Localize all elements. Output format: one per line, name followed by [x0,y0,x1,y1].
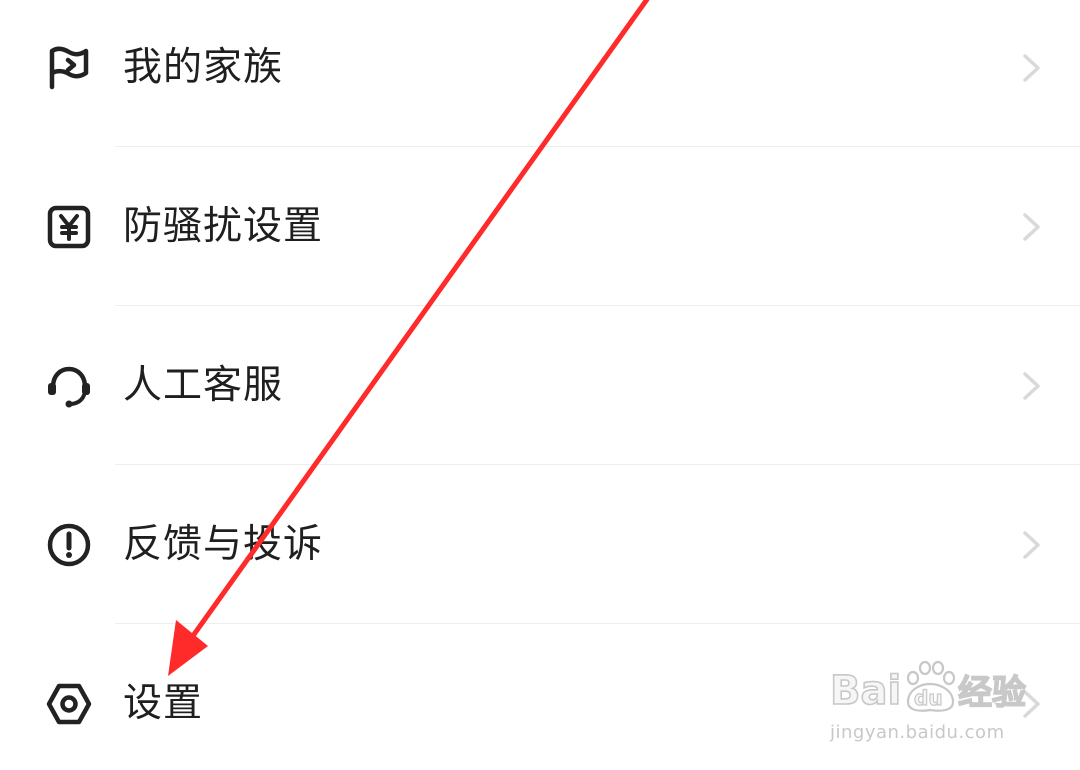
menu-item-label: 我的家族 [123,45,284,90]
screen: 我的家族 防骚扰设置 人工客服 反馈与投诉 设置 Bai du 经验 jingy… [0,0,1080,770]
yen-box-icon [44,202,94,252]
menu-item-label: 反馈与投诉 [123,522,324,567]
headset-icon [44,361,94,411]
chevron-right-icon [1023,371,1040,400]
menu-item-anti-harassment[interactable]: 防骚扰设置 [0,147,1080,306]
menu-list: 我的家族 防骚扰设置 人工客服 反馈与投诉 设置 [0,0,1080,770]
menu-item-customer-service[interactable]: 人工客服 [0,306,1080,465]
exclamation-circle-icon [44,520,94,570]
menu-item-settings[interactable]: 设置 [0,624,1080,770]
menu-item-label: 人工客服 [123,363,284,408]
flag-icon [44,43,94,93]
chevron-right-icon [1023,530,1040,559]
menu-item-feedback[interactable]: 反馈与投诉 [0,465,1080,624]
menu-item-label: 设置 [123,681,204,726]
settings-hex-icon [44,679,94,729]
menu-item-my-family[interactable]: 我的家族 [0,0,1080,147]
chevron-right-icon [1023,212,1040,241]
chevron-right-icon [1023,53,1040,82]
chevron-right-icon [1023,689,1040,718]
menu-item-label: 防骚扰设置 [123,204,324,249]
